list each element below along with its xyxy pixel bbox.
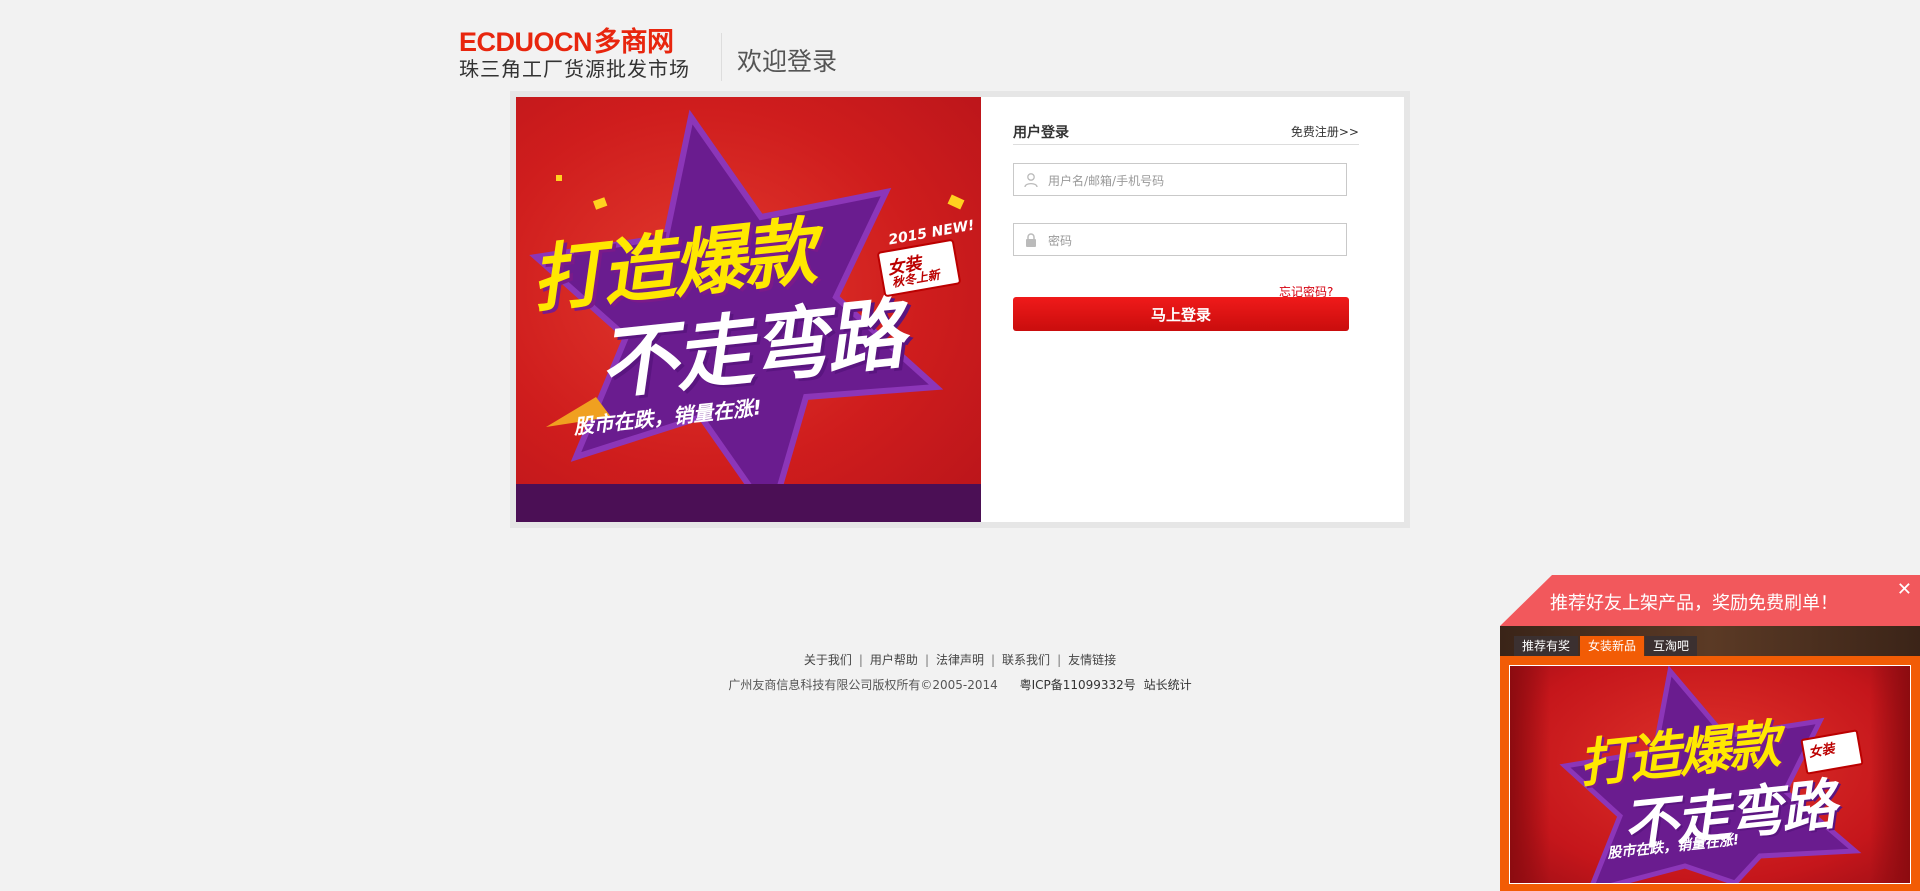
- footer-link-legal[interactable]: 法律声明: [936, 653, 984, 667]
- footer-link-help[interactable]: 用户帮助: [870, 653, 918, 667]
- login-form-title: 用户登录: [1013, 125, 1069, 141]
- login-panel-inner: 打造爆款 不走弯路 股市在跌，销量在涨! 2015 NEW! 女装 秋冬上新 用…: [516, 97, 1404, 522]
- popup-tab-referral[interactable]: 推荐有奖: [1514, 636, 1579, 656]
- password-input[interactable]: [1046, 228, 1340, 253]
- popup-badge-main: 女装: [1807, 741, 1836, 761]
- footer-link-contact[interactable]: 联系我们: [1002, 653, 1050, 667]
- login-panel: 打造爆款 不走弯路 股市在跌，销量在涨! 2015 NEW! 女装 秋冬上新 用…: [510, 91, 1410, 528]
- username-field[interactable]: [1013, 163, 1347, 196]
- popup-tab-hutaoba[interactable]: 互淘吧: [1645, 636, 1698, 656]
- footer-separator: |: [858, 653, 863, 667]
- username-input[interactable]: [1046, 168, 1340, 193]
- footer-separator: |: [924, 653, 929, 667]
- popup-banner[interactable]: 打造爆款 不走弯路 股市在跌，销量在涨! 女装: [1509, 665, 1911, 884]
- page-title: 欢迎登录: [737, 47, 838, 76]
- popup-curtain-left: [1510, 666, 1550, 883]
- register-link[interactable]: 免费注册>>: [1291, 123, 1359, 140]
- logo-brand-en: ECDUOCN: [459, 27, 593, 57]
- footer-link-friends[interactable]: 友情链接: [1068, 653, 1116, 667]
- copyright-text: 广州友商信息科技有限公司版权所有©2005-2014: [728, 678, 998, 692]
- popup-tab-new-arrivals[interactable]: 女装新品: [1580, 636, 1645, 656]
- popup-header: 推荐好友上架产品，奖励免费刷单！ ✕: [1500, 575, 1920, 626]
- logo-wordmark: ECDUOCN多商网: [459, 28, 709, 57]
- banner-footer-strip: [516, 484, 981, 522]
- promo-popup: 推荐好友上架产品，奖励免费刷单！ ✕ 推荐有奖 女装新品 互淘吧 打造爆款 不走…: [1500, 575, 1920, 891]
- login-button[interactable]: 马上登录: [1013, 297, 1349, 331]
- popup-tab-bar: 推荐有奖 女装新品 互淘吧: [1500, 626, 1920, 656]
- lock-icon: [1026, 233, 1036, 247]
- promo-banner[interactable]: 打造爆款 不走弯路 股市在跌，销量在涨! 2015 NEW! 女装 秋冬上新: [516, 97, 981, 522]
- popup-title: 推荐好友上架产品，奖励免费刷单！: [1550, 593, 1838, 614]
- logo-tagline: 珠三角工厂货源批发市场: [459, 57, 690, 81]
- user-icon: [1024, 173, 1038, 188]
- logo-brand-cn: 多商网: [594, 27, 674, 57]
- footer-link-about[interactable]: 关于我们: [804, 653, 852, 667]
- footer-separator: |: [991, 653, 996, 667]
- icp-number: 粤ICP备11099332号: [1019, 678, 1136, 692]
- close-icon[interactable]: ✕: [1897, 581, 1912, 599]
- site-logo[interactable]: ECDUOCN多商网 珠三角工厂货源批发市场: [459, 28, 709, 86]
- popup-body: 打造爆款 不走弯路 股市在跌，销量在涨! 女装: [1500, 656, 1920, 891]
- site-stats-link[interactable]: 站长统计: [1144, 678, 1192, 692]
- popup-curtain-right: [1870, 666, 1910, 883]
- password-field[interactable]: [1013, 223, 1347, 256]
- login-form-header: 用户登录 免费注册>>: [1013, 122, 1359, 145]
- footer-separator: |: [1057, 653, 1062, 667]
- login-form: 用户登录 免费注册>> 忘记密码? 马上登录: [1013, 97, 1383, 522]
- header-divider: [721, 33, 722, 81]
